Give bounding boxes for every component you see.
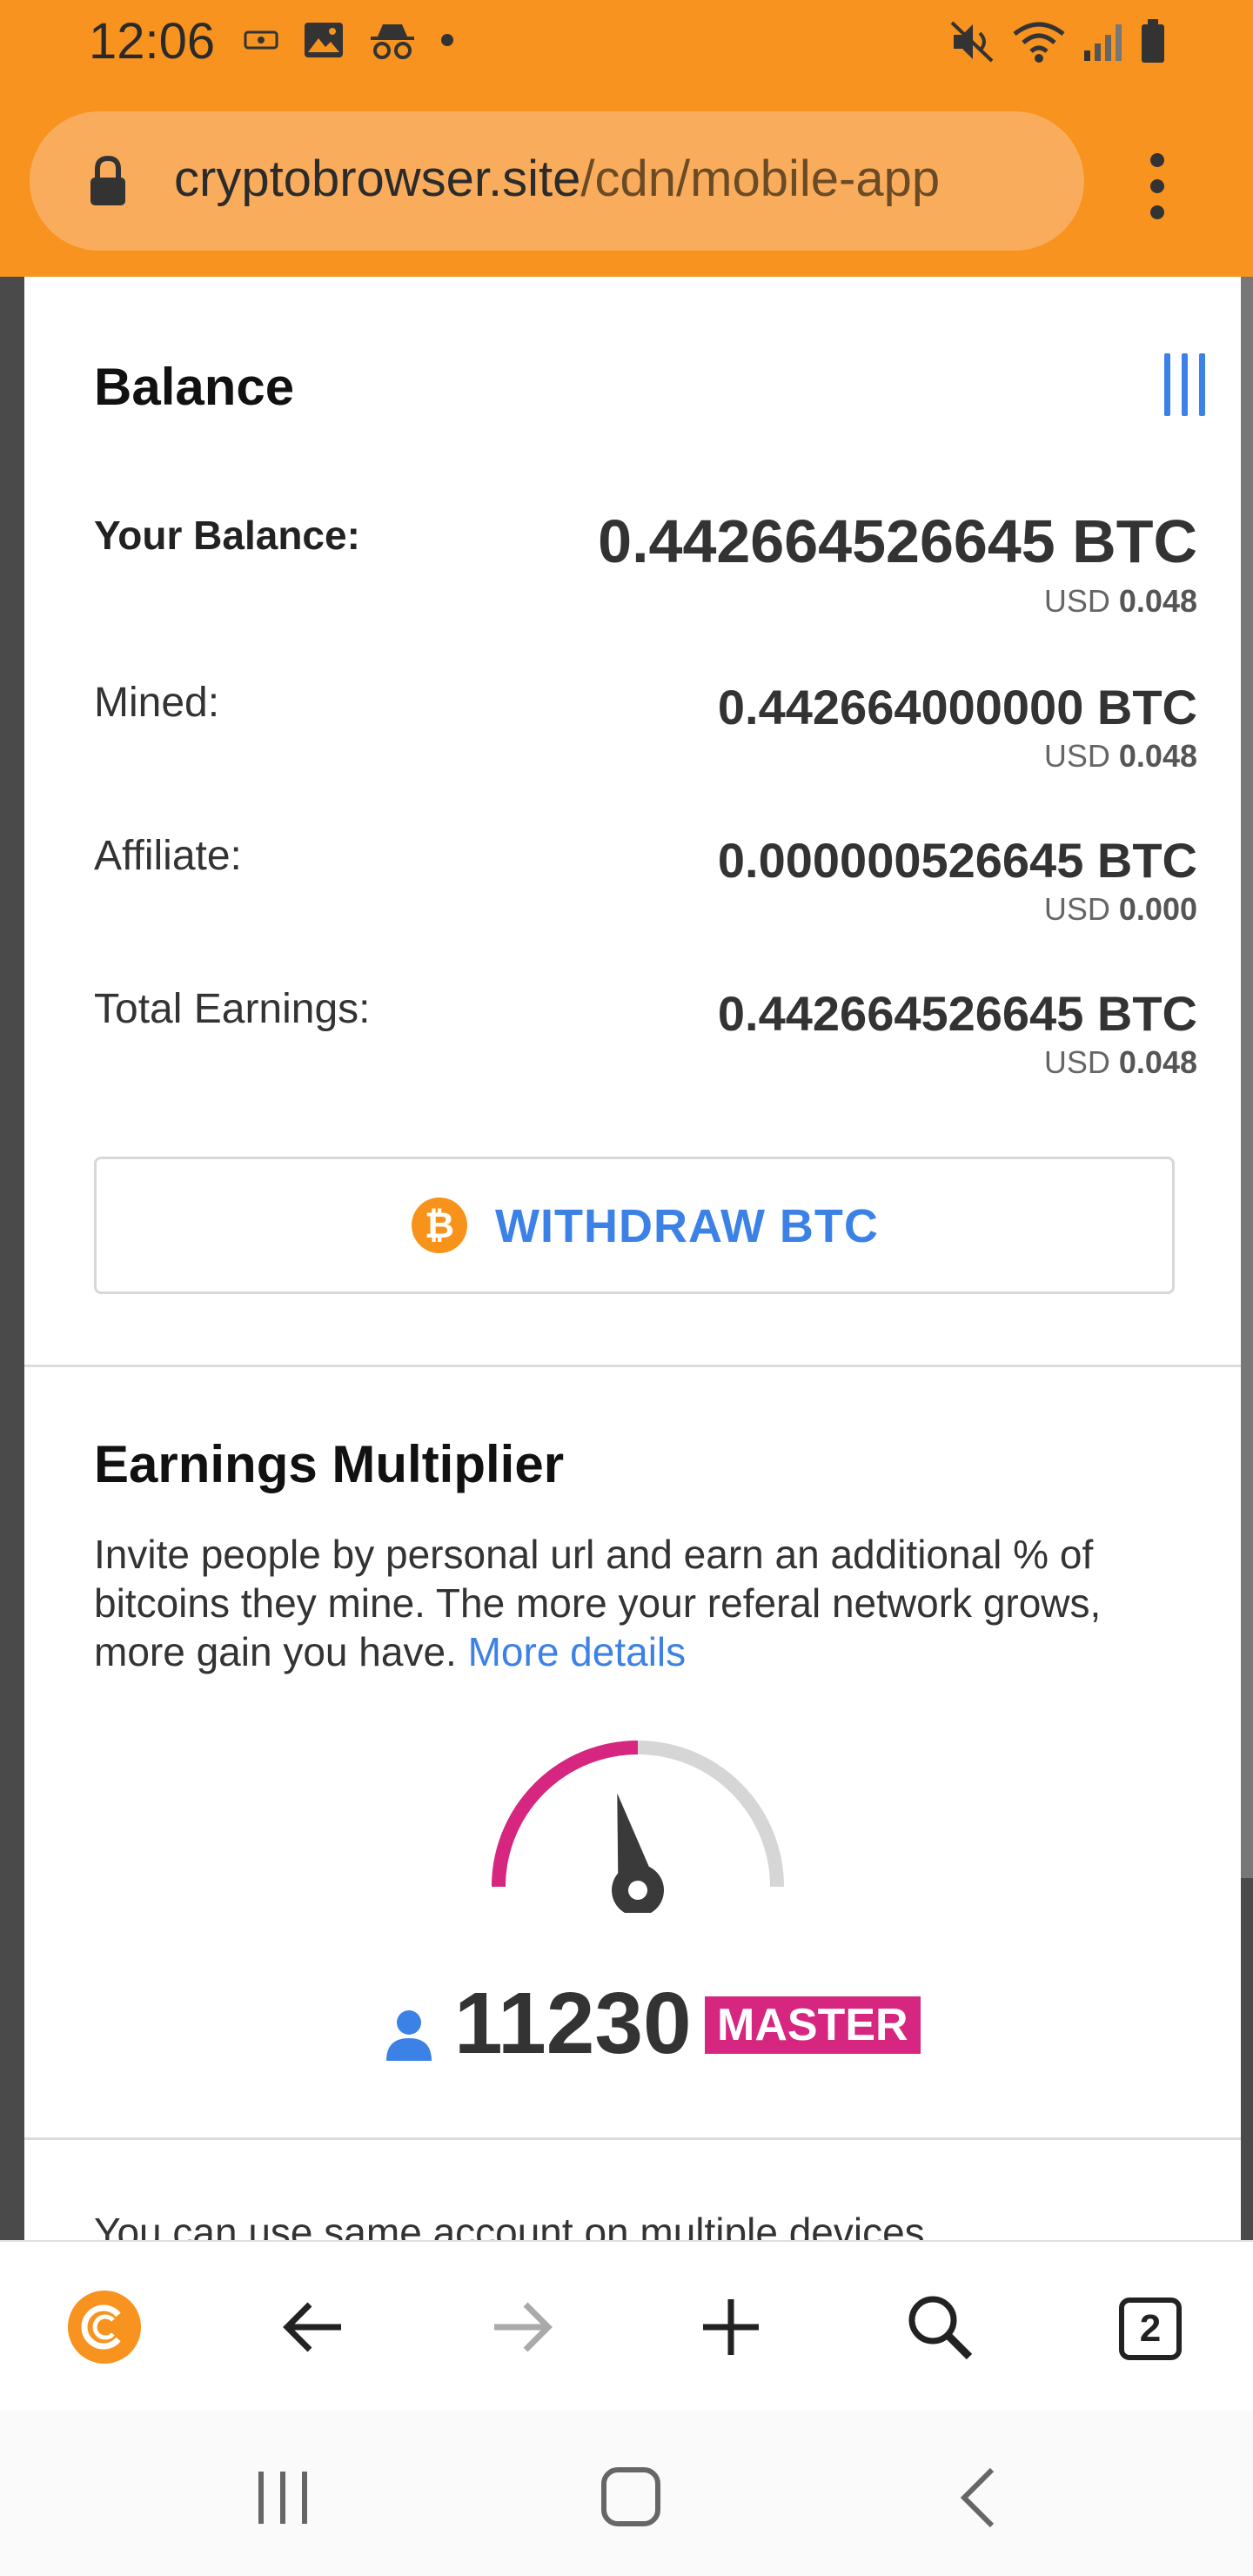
withdraw-btc-button[interactable]: ₿ WITHDRAW BTC [94,1157,1175,1294]
home-icon [601,2467,660,2526]
recent-apps-icon [258,2472,307,2524]
more-details-link[interactable]: More details [468,1629,687,1674]
tabs-button[interactable]: 2 [1105,2284,1192,2371]
gauge-needle [612,1793,664,1913]
multiplier-gauge [492,1741,784,1913]
recent-apps-button[interactable] [244,2463,322,2532]
search-icon [908,2296,973,2360]
browser-top-chrome: 12:06 cryptobrowser.site/cdn/mobile-app [0,0,1253,277]
status-time: 12:06 [89,13,216,70]
multiplier-description: Invite people by personal url and earn a… [94,1532,1102,1674]
balance-value: 0.442664526645 BTC [598,507,1197,575]
brand-logo-button[interactable] [61,2284,148,2371]
url-bar[interactable]: cryptobrowser.site/cdn/mobile-app [30,111,1084,251]
new-tab-button[interactable] [687,2284,774,2371]
lock-icon [90,155,125,205]
home-button[interactable] [592,2463,670,2532]
total-earnings-usd: USD 0.048 [1043,1044,1197,1080]
url-path: /cdn/mobile-app [580,151,941,207]
total-earnings-value: 0.442664526645 BTC [717,986,1197,1041]
screen-record-icon [244,30,278,50]
cryptotab-logo-icon [68,2291,141,2364]
balance-label: Your Balance: [94,513,360,558]
more-menu-icon[interactable] [1142,146,1173,225]
bitcoin-icon: ₿ [412,1197,467,1253]
withdraw-label: WITHDRAW BTC [495,1200,879,1252]
page-viewport[interactable]: Balance Your Balance: 0.442664526645 BTC… [0,277,1253,2240]
total-earnings-label: Total Earnings: [94,986,371,1032]
content-sheet: Balance Your Balance: 0.442664526645 BTC… [24,277,1241,2240]
referral-count: 11230 [454,1975,692,2072]
incognito-icon [371,24,414,59]
section-divider [24,2137,1241,2140]
search-button[interactable] [896,2284,983,2371]
mined-label: Mined: [94,680,220,726]
dot-icon [441,34,453,46]
battery-icon [1142,19,1164,63]
balance-title: Balance [94,358,295,416]
multiplier-title: Earnings Multiplier [94,1435,565,1493]
browser-toolbar: 2 [0,2240,1253,2412]
arrow-left-icon [283,2302,341,2352]
mined-value: 0.442664000000 BTC [717,680,1197,735]
back-button[interactable] [270,2284,357,2371]
system-nav-bar [0,2411,1253,2576]
gallery-icon [305,23,343,57]
level-badge: MASTER [705,1996,921,2054]
balance-usd: USD 0.048 [1043,583,1197,619]
wifi-icon [1013,22,1065,63]
url-text: cryptobrowser.site/cdn/mobile-app [174,150,940,208]
chevron-left-icon [960,2467,995,2528]
next-section-text: You can use same account on multiple dev… [94,2210,925,2240]
section-divider [24,1365,1241,1367]
user-icon [386,2010,432,2061]
url-host: cryptobrowser.site [174,151,581,207]
mute-icon [950,21,994,63]
gauge-fill [492,1741,639,1888]
forward-button[interactable] [479,2284,566,2371]
arrow-right-icon [494,2302,553,2352]
affiliate-value: 0.000000526645 BTC [717,833,1197,888]
system-back-button[interactable] [940,2463,1018,2532]
plus-icon [703,2299,759,2355]
tab-count-icon: 2 [1119,2298,1182,2360]
signal-icon [1084,24,1122,61]
affiliate-label: Affiliate: [94,833,242,879]
affiliate-usd: USD 0.000 [1043,891,1197,927]
status-bar: 12:06 [0,0,1253,87]
page-scrollbar[interactable] [1241,277,1253,1878]
mined-usd: USD 0.048 [1043,738,1197,774]
menu-bars-icon[interactable] [1164,353,1209,416]
